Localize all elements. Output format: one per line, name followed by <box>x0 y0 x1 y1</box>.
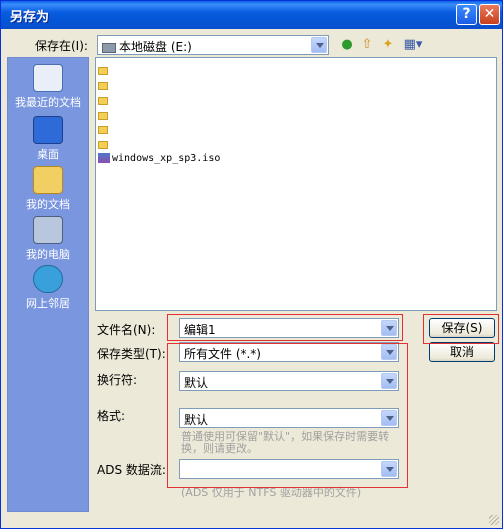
file-name-iso: windows_xp_sp3.iso <box>112 153 221 164</box>
place-my-documents[interactable]: 我的文档 <box>8 166 88 212</box>
place-my-computer[interactable]: 我的电脑 <box>8 216 88 262</box>
up-folder-button[interactable]: ⇧ <box>358 36 376 54</box>
archive-file-icon <box>98 153 110 163</box>
look-in-text: 本地磁盘 (E:) <box>119 40 192 54</box>
network-places-icon <box>33 265 63 293</box>
place-recent[interactable]: 我最近的文档 <box>8 64 88 110</box>
view-menu-button[interactable]: ▦▾ <box>401 36 425 54</box>
ads-hint: (ADS 仅用于 NTFS 驱动器中的文件) <box>181 486 362 499</box>
place-network-label: 网上邻居 <box>26 297 70 310</box>
cancel-button[interactable]: 取消 <box>429 342 495 362</box>
view-menu-icon: ▦▾ <box>403 37 423 52</box>
new-folder-button[interactable]: ✦ <box>379 36 397 54</box>
place-recent-label: 我最近的文档 <box>15 96 81 109</box>
file-list[interactable]: windows_xp_sp3.iso <box>95 57 497 311</box>
back-arrow-icon: ● <box>341 37 353 52</box>
resize-grip[interactable] <box>489 515 499 525</box>
look-in-value: 本地磁盘 (E:) <box>102 38 192 55</box>
my-documents-icon <box>33 166 63 194</box>
place-my-computer-label: 我的电脑 <box>26 248 70 261</box>
file-item-iso[interactable]: windows_xp_sp3.iso <box>98 153 220 164</box>
title-bar[interactable]: 另存为 ? ✕ <box>1 1 502 29</box>
close-button[interactable]: ✕ <box>479 4 500 25</box>
look-in-dropdown[interactable]: 本地磁盘 (E:) <box>97 35 329 55</box>
chevron-down-icon[interactable] <box>311 37 327 53</box>
folder-icon[interactable] <box>98 97 108 105</box>
help-icon: ? <box>462 6 471 22</box>
highlight-options <box>167 343 408 488</box>
back-button[interactable]: ● <box>338 36 356 54</box>
folder-icon[interactable] <box>98 126 108 134</box>
up-folder-icon: ⇧ <box>361 37 373 52</box>
my-computer-icon <box>33 216 63 244</box>
highlight-save <box>423 314 499 344</box>
desktop-icon <box>33 116 63 144</box>
recent-docs-icon <box>33 64 63 92</box>
folder-icon[interactable] <box>98 67 108 75</box>
newline-label: 换行符: <box>97 373 138 387</box>
folder-icon[interactable] <box>98 82 108 90</box>
ads-label: ADS 数据流: <box>97 463 166 477</box>
filename-label: 文件名(N): <box>97 323 156 337</box>
highlight-filename <box>167 314 403 341</box>
drive-icon <box>102 42 116 53</box>
place-my-documents-label: 我的文档 <box>26 198 70 211</box>
save-as-dialog: 另存为 ? ✕ 保存在(I): 本地磁盘 (E:) ● ⇧ ✦ ▦▾ 我最近的文… <box>0 0 503 529</box>
help-button[interactable]: ? <box>456 4 477 25</box>
new-folder-icon: ✦ <box>382 37 394 52</box>
format-label: 格式: <box>97 409 126 423</box>
filetype-label: 保存类型(T): <box>97 347 166 361</box>
place-desktop[interactable]: 桌面 <box>8 116 88 162</box>
folder-icon[interactable] <box>98 112 108 120</box>
folder-icon[interactable] <box>98 141 108 149</box>
look-in-label: 保存在(I): <box>35 39 88 53</box>
places-bar: 我最近的文档 桌面 我的文档 我的电脑 网上邻居 <box>7 57 89 512</box>
place-desktop-label: 桌面 <box>37 148 59 161</box>
place-network[interactable]: 网上邻居 <box>8 265 88 311</box>
close-icon: ✕ <box>483 6 496 22</box>
dialog-title: 另存为 <box>10 10 50 25</box>
